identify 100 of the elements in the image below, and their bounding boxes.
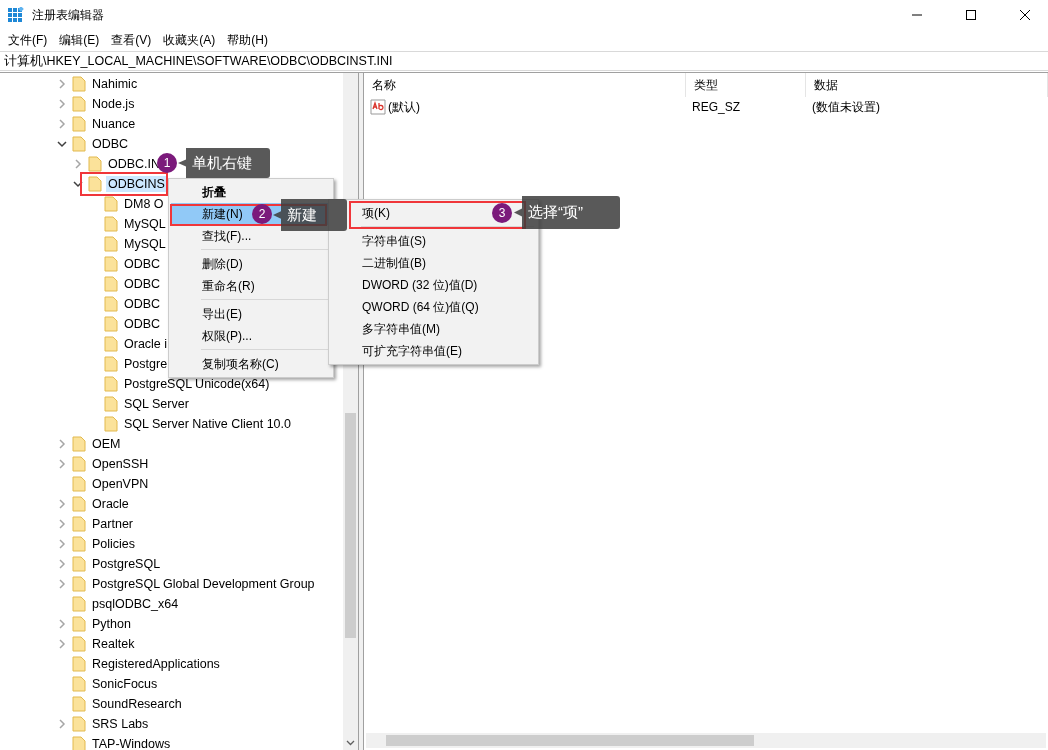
folder-icon bbox=[104, 336, 118, 352]
tree-item[interactable]: PostgreSQL bbox=[90, 556, 163, 572]
menu-item[interactable]: 导出(E) bbox=[171, 303, 331, 325]
tree-item[interactable]: ODBC bbox=[122, 276, 163, 292]
menu-item[interactable]: DWORD (32 位)值(D) bbox=[331, 274, 536, 296]
tree-item[interactable]: OEM bbox=[90, 436, 123, 452]
chevron-right-icon[interactable] bbox=[57, 639, 67, 649]
tree-item[interactable]: TAP-Windows bbox=[90, 736, 173, 750]
folder-icon bbox=[104, 356, 118, 372]
menu-bar-item[interactable]: 收藏夹(A) bbox=[157, 31, 222, 49]
chevron-right-icon[interactable] bbox=[57, 79, 67, 89]
column-header[interactable]: 名称 bbox=[364, 73, 686, 97]
string-value-icon bbox=[370, 99, 386, 115]
tree-item[interactable]: Python bbox=[90, 616, 133, 632]
address-field[interactable]: 计算机\HKEY_LOCAL_MACHINE\SOFTWARE\ODBC\ODBCINST.INI bbox=[0, 51, 1048, 71]
folder-icon bbox=[72, 556, 86, 572]
table-cell-text: (数值未设置) bbox=[811, 98, 881, 116]
chevron-right-icon[interactable] bbox=[57, 719, 67, 729]
folder-icon bbox=[72, 576, 86, 592]
chevron-right-icon[interactable] bbox=[57, 99, 67, 109]
chevron-right-icon[interactable] bbox=[57, 579, 67, 589]
folder-icon bbox=[72, 716, 86, 732]
menu-item[interactable]: 多字符串值(M) bbox=[331, 318, 536, 340]
tree-item[interactable]: Nuance bbox=[90, 116, 138, 132]
menu-item[interactable]: 可扩充字符串值(E) bbox=[331, 340, 536, 362]
folder-icon bbox=[72, 76, 86, 92]
folder-icon bbox=[88, 176, 102, 192]
menu-item[interactable]: 重命名(R) bbox=[171, 275, 331, 297]
tree-item[interactable]: Realtek bbox=[90, 636, 137, 652]
tree-item[interactable]: MySQL bbox=[122, 216, 168, 232]
folder-icon bbox=[72, 736, 86, 750]
tree-item[interactable]: SonicFocus bbox=[90, 676, 160, 692]
column-header[interactable]: 类型 bbox=[686, 73, 806, 97]
tree-item[interactable]: MySQL bbox=[122, 236, 168, 252]
table-cell-text: REG_SZ bbox=[691, 100, 741, 114]
folder-icon bbox=[72, 116, 86, 132]
menu-item[interactable]: QWORD (64 位)值(Q) bbox=[331, 296, 536, 318]
tree-item[interactable]: ODBC bbox=[90, 136, 131, 152]
step-badge: 1 bbox=[157, 153, 177, 173]
tree-item[interactable]: Postgre bbox=[122, 356, 170, 372]
tree-item[interactable]: Oracle bbox=[90, 496, 131, 512]
folder-icon bbox=[72, 476, 86, 492]
folder-icon bbox=[104, 296, 118, 312]
chevron-right-icon[interactable] bbox=[57, 559, 67, 569]
tree-item[interactable]: PostgreSQL Unicode(x64) bbox=[122, 376, 272, 392]
chevron-right-icon[interactable] bbox=[57, 459, 67, 469]
tree-item[interactable]: PostgreSQL Global Development Group bbox=[90, 576, 317, 592]
folder-icon bbox=[104, 276, 118, 292]
folder-icon bbox=[72, 656, 86, 672]
chevron-right-icon[interactable] bbox=[57, 439, 67, 449]
menu-bar-item[interactable]: 文件(F) bbox=[2, 31, 54, 49]
tree-item[interactable]: DM8 O bbox=[122, 196, 166, 212]
tree-item[interactable]: RegisteredApplications bbox=[90, 656, 222, 672]
folder-icon bbox=[72, 456, 86, 472]
tree-item[interactable]: OpenVPN bbox=[90, 476, 151, 492]
scrollbar-thumb[interactable] bbox=[345, 413, 356, 638]
tree-item[interactable]: psqlODBC_x64 bbox=[90, 596, 181, 612]
annotation-tooltip: 新建 bbox=[273, 199, 347, 231]
chevron-down-icon[interactable] bbox=[57, 139, 67, 149]
folder-icon bbox=[104, 316, 118, 332]
folder-icon bbox=[72, 436, 86, 452]
tree-item[interactable]: ODBC bbox=[122, 316, 163, 332]
chevron-right-icon[interactable] bbox=[57, 499, 67, 509]
menu-bar-item[interactable]: 编辑(E) bbox=[53, 31, 106, 49]
chevron-right-icon[interactable] bbox=[57, 619, 67, 629]
tree-item[interactable]: Partner bbox=[90, 516, 135, 532]
menu-item[interactable]: 字符串值(S) bbox=[331, 230, 536, 252]
column-header[interactable]: 数据 bbox=[806, 73, 1048, 97]
tree-item[interactable]: Nahimic bbox=[90, 76, 140, 92]
chevron-down-icon[interactable] bbox=[73, 179, 83, 189]
tree-item[interactable]: SoundResearch bbox=[90, 696, 184, 712]
tree-item[interactable]: ODBC bbox=[122, 296, 163, 312]
folder-icon bbox=[104, 256, 118, 272]
registry-app-icon bbox=[8, 7, 24, 23]
chevron-right-icon[interactable] bbox=[57, 119, 67, 129]
annotation-tooltip: 选择“项” bbox=[514, 196, 620, 229]
chevron-right-icon[interactable] bbox=[57, 539, 67, 549]
tree-item[interactable]: ODBCINS bbox=[106, 176, 167, 192]
horizontal-scrollbar[interactable] bbox=[366, 733, 1046, 748]
tree-item[interactable]: ODBC bbox=[122, 256, 163, 272]
scrollbar-thumb[interactable] bbox=[386, 735, 754, 746]
chevron-right-icon[interactable] bbox=[57, 519, 67, 529]
chevron-right-icon[interactable] bbox=[73, 159, 83, 169]
folder-icon bbox=[72, 596, 86, 612]
menu-bar-item[interactable]: 帮助(H) bbox=[221, 31, 274, 49]
tree-item[interactable]: SQL Server bbox=[122, 396, 191, 412]
folder-icon bbox=[72, 636, 86, 652]
menu-item[interactable]: 权限(P)... bbox=[171, 325, 331, 347]
tree-item[interactable]: Oracle i bbox=[122, 336, 170, 352]
tree-item[interactable]: SRS Labs bbox=[90, 716, 151, 732]
menu-item[interactable]: 二进制值(B) bbox=[331, 252, 536, 274]
tree-item[interactable]: OpenSSH bbox=[90, 456, 151, 472]
tree-item[interactable]: Policies bbox=[90, 536, 138, 552]
folder-icon bbox=[72, 696, 86, 712]
tree-item[interactable]: SQL Server Native Client 10.0 bbox=[122, 416, 293, 432]
menu-item[interactable]: 复制项名称(C) bbox=[171, 353, 331, 375]
menu-item[interactable]: 删除(D) bbox=[171, 253, 331, 275]
tree-item[interactable]: Node.js bbox=[90, 96, 137, 112]
menu-bar-item[interactable]: 查看(V) bbox=[105, 31, 158, 49]
table-cell: (默认) bbox=[388, 98, 420, 116]
